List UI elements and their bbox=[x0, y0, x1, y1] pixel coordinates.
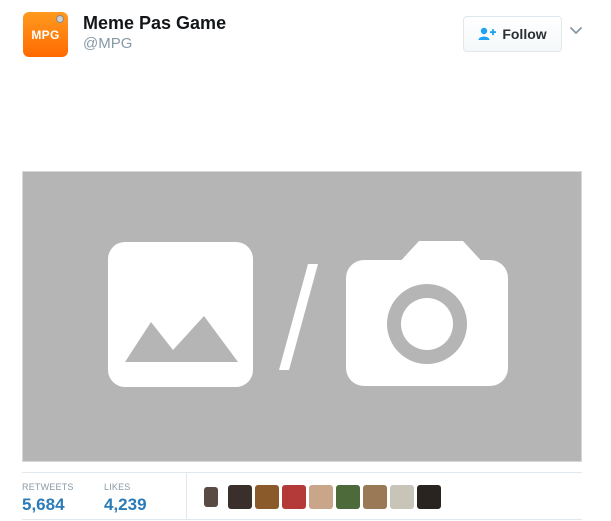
likes-stat[interactable]: LIKES 4,239 bbox=[104, 482, 147, 515]
liker-avatar[interactable] bbox=[255, 485, 279, 509]
retweets-label: RETWEETS bbox=[22, 482, 74, 492]
likes-count: 4,239 bbox=[104, 495, 147, 514]
add-user-icon bbox=[478, 27, 497, 40]
retweets-stat[interactable]: RETWEETS 5,684 bbox=[22, 482, 74, 515]
chevron-down-icon[interactable] bbox=[570, 27, 582, 35]
avatar[interactable]: MPG bbox=[23, 12, 68, 57]
liker-avatar[interactable] bbox=[282, 485, 306, 509]
tweet-card: MPG Meme Pas Game @MPG Follow RETWEETS 5… bbox=[0, 0, 611, 521]
avatar-logo-text: MPG bbox=[31, 27, 60, 42]
retweets-count: 5,684 bbox=[22, 495, 65, 514]
liker-avatar[interactable] bbox=[417, 485, 441, 509]
liker-avatar[interactable] bbox=[336, 485, 360, 509]
media-placeholder[interactable] bbox=[22, 171, 582, 462]
image-icon bbox=[108, 242, 253, 387]
liker-avatar[interactable] bbox=[363, 485, 387, 509]
follow-button-label: Follow bbox=[502, 26, 547, 42]
liker-avatar[interactable] bbox=[204, 487, 218, 507]
follow-button[interactable]: Follow bbox=[463, 16, 562, 52]
liker-avatar[interactable] bbox=[390, 485, 414, 509]
camera-icon bbox=[346, 241, 508, 386]
likers-list bbox=[204, 485, 441, 509]
user-handle[interactable]: @MPG bbox=[83, 35, 132, 52]
avatar-badge-icon bbox=[56, 15, 64, 23]
stats-divider-bottom bbox=[22, 519, 582, 520]
stats-divider-top bbox=[22, 472, 582, 473]
liker-avatar[interactable] bbox=[228, 485, 252, 509]
display-name[interactable]: Meme Pas Game bbox=[83, 13, 226, 34]
stats-separator bbox=[186, 473, 187, 519]
likes-label: LIKES bbox=[104, 482, 131, 492]
slash-separator bbox=[279, 264, 318, 370]
liker-avatar[interactable] bbox=[309, 485, 333, 509]
